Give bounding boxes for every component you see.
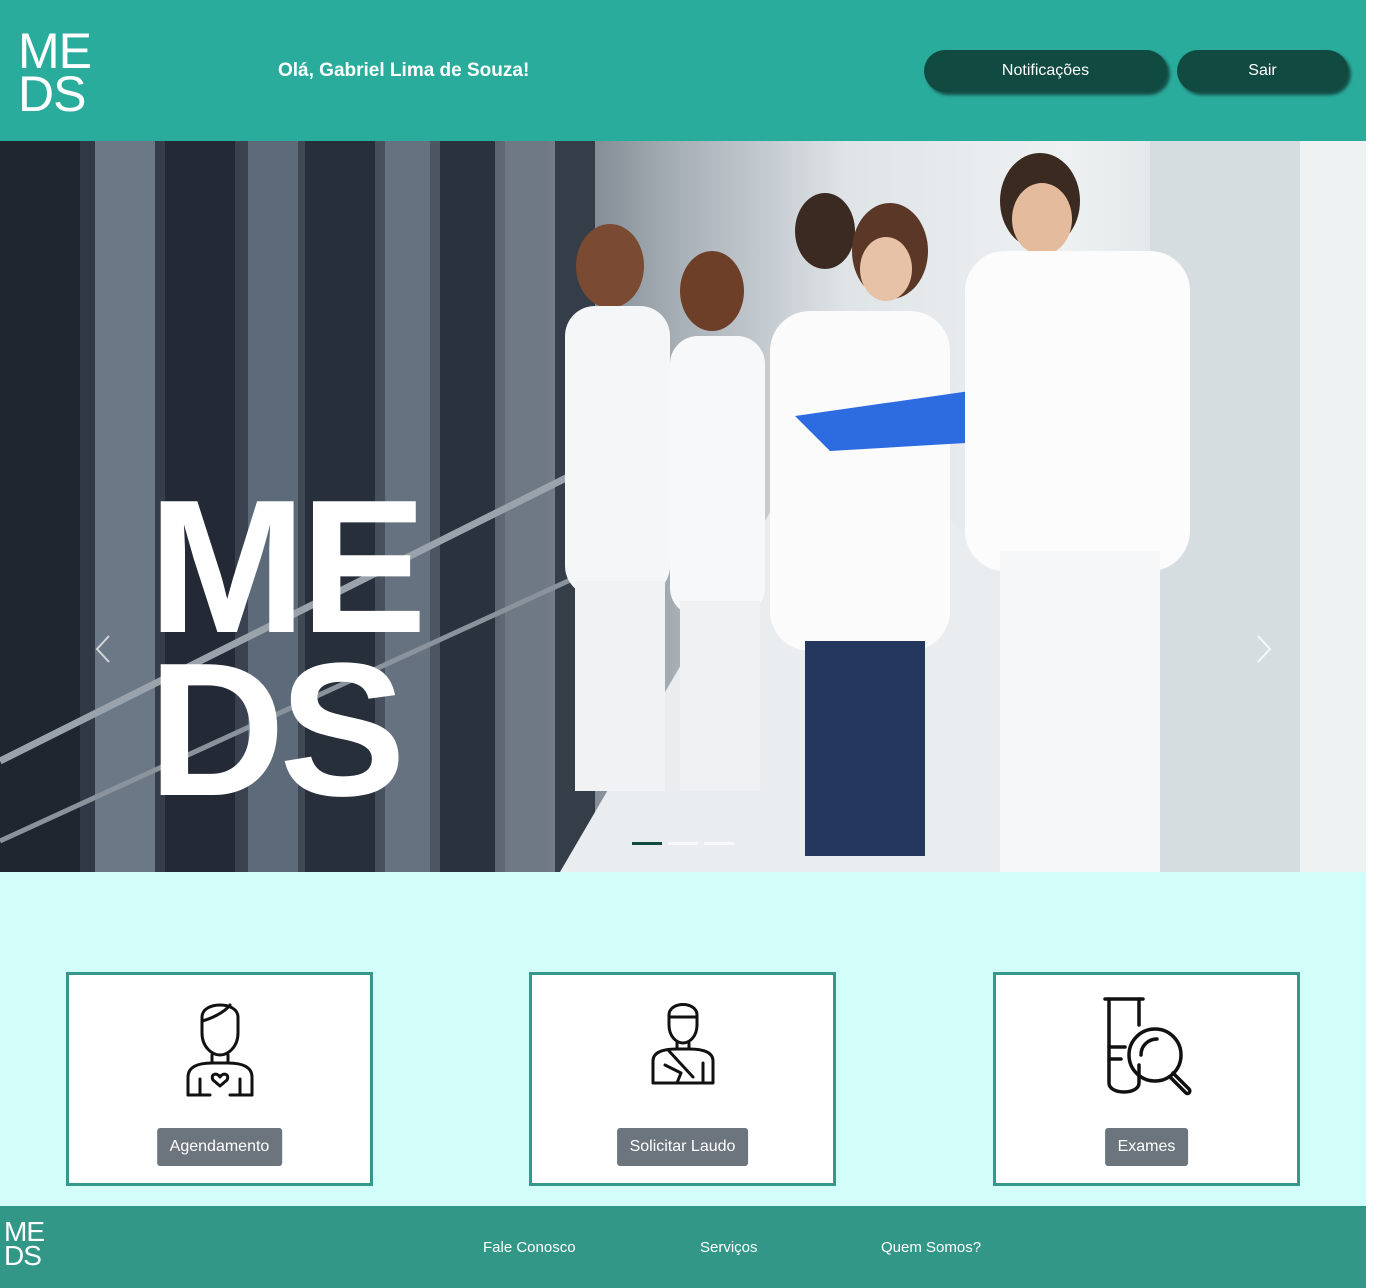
footer-link-servicos[interactable]: Serviços (700, 1239, 758, 1256)
service-card-agendamento: Agendamento (66, 972, 373, 1186)
footer-link-quem-somos[interactable]: Quem Somos? (881, 1239, 981, 1256)
meds-logo[interactable]: ME DS (18, 26, 92, 122)
hero-logo-line-2: DS (148, 624, 406, 837)
service-card-solicitar-laudo: Solicitar Laudo (529, 972, 836, 1186)
chevron-right-icon (1257, 635, 1272, 663)
carousel-indicator-2[interactable] (668, 842, 698, 845)
carousel-indicator-1[interactable] (632, 842, 662, 845)
carousel-prev-button[interactable] (88, 629, 118, 669)
exames-button[interactable]: Exames (1104, 1128, 1189, 1166)
footer-logo-line-2: DS (4, 1240, 42, 1272)
hero-meds-logo: ME DS (148, 472, 427, 837)
service-card-exames: Exames (993, 972, 1300, 1186)
carousel-next-button[interactable] (1249, 629, 1279, 669)
test-tube-magnifier-icon (1102, 997, 1192, 1096)
services-section: Agendamento Solicitar Laudo Exames (0, 872, 1366, 1206)
site-header: ME DS Olá, Gabriel Lima de Souza! Notifi… (0, 0, 1366, 141)
patient-heart-icon (186, 1003, 253, 1097)
chevron-left-icon (95, 635, 110, 663)
logo-line-2: DS (18, 66, 86, 122)
carousel-indicators (632, 842, 734, 845)
injured-patient-icon (651, 1003, 714, 1085)
footer-meds-logo[interactable]: ME DS (4, 1217, 45, 1272)
notifications-button[interactable]: Notificações (924, 50, 1167, 92)
user-greeting: Olá, Gabriel Lima de Souza! (278, 60, 530, 81)
carousel-indicator-3[interactable] (704, 842, 734, 845)
footer-link-fale-conosco[interactable]: Fale Conosco (483, 1239, 576, 1256)
site-footer: ME DS Fale Conosco Serviços Quem Somos? (0, 1206, 1366, 1288)
solicitar-laudo-button[interactable]: Solicitar Laudo (616, 1128, 749, 1166)
logout-button[interactable]: Sair (1177, 50, 1348, 92)
hero-carousel: ME DS (0, 141, 1366, 872)
agendamento-button[interactable]: Agendamento (156, 1128, 283, 1166)
